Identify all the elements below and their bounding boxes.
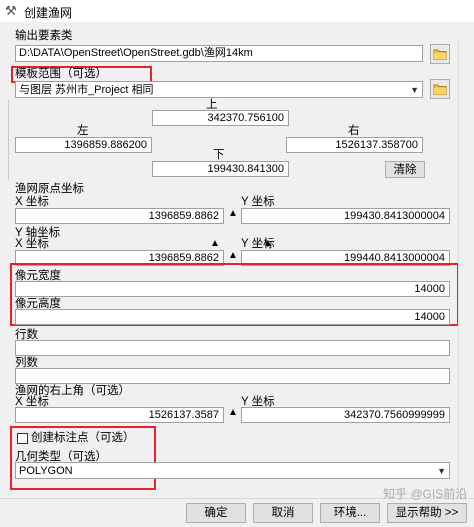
template-label: 模板范围（可选）	[15, 68, 107, 80]
origin-label: 渔网原点坐标	[15, 183, 84, 195]
origin-y-field[interactable]: 199430.8413000004	[241, 208, 450, 224]
cell-width-field[interactable]: 14000	[15, 281, 450, 297]
template-select[interactable]: 与图层 苏州市_Project 相同 ▼	[15, 81, 423, 98]
output-field[interactable]: D:\DATA\OpenStreet\OpenStreet.gdb\渔网14km	[15, 45, 423, 62]
window-title: 创建渔网	[24, 6, 73, 20]
geometry-select[interactable]: POLYGON ▼	[15, 462, 450, 479]
extent-right-field[interactable]: 1526137.358700	[286, 137, 423, 153]
extent-top-field[interactable]: 342370.756100	[152, 110, 289, 126]
rows-field[interactable]	[15, 340, 450, 356]
cell-height-field[interactable]: 14000	[15, 309, 450, 325]
label-points-label: 创建标注点（可选）	[31, 432, 135, 444]
hammer-icon: ⚒	[5, 3, 17, 18]
folder-icon	[433, 84, 447, 95]
extent-bottom-field[interactable]: 199430.841300	[152, 161, 289, 177]
geometry-select-value: POLYGON	[19, 465, 73, 477]
template-select-value: 与图层 苏州市_Project 相同	[19, 84, 154, 96]
chevron-down-icon: ▼	[437, 466, 446, 476]
output-label: 输出要素类	[15, 30, 73, 42]
extent-group-border	[8, 100, 9, 180]
folder-icon	[433, 49, 447, 60]
cancel-button[interactable]: 取消	[253, 503, 313, 523]
ok-button[interactable]: 确定	[186, 503, 246, 523]
arrow-up-icon: ▲	[228, 208, 238, 219]
corner-y-field[interactable]: 342370.7560999999	[241, 407, 450, 423]
cols-field[interactable]	[15, 368, 450, 384]
arrow-up-icon: ▲	[228, 407, 238, 418]
watermark: 知乎 @GIS前沿	[383, 487, 468, 501]
arrow-up-icon: ▲	[210, 238, 220, 249]
arrow-up-icon: ▲	[263, 238, 273, 249]
vertical-scrollbar[interactable]	[458, 38, 474, 498]
output-browse-button[interactable]	[430, 44, 450, 64]
arrow-up-icon: ▲	[228, 250, 238, 261]
clear-button[interactable]: 清除	[385, 161, 425, 178]
show-help-button[interactable]: 显示帮助 >>	[387, 503, 467, 523]
corner-x-field[interactable]: 1526137.3587	[15, 407, 224, 423]
extent-left-field[interactable]: 1396859.886200	[15, 137, 152, 153]
origin-x-field[interactable]: 1396859.8862	[15, 208, 224, 224]
environments-button[interactable]: 环境...	[320, 503, 380, 523]
label-points-checkbox[interactable]	[17, 433, 28, 444]
template-browse-button[interactable]	[430, 79, 450, 99]
chevron-down-icon: ▼	[410, 85, 419, 95]
